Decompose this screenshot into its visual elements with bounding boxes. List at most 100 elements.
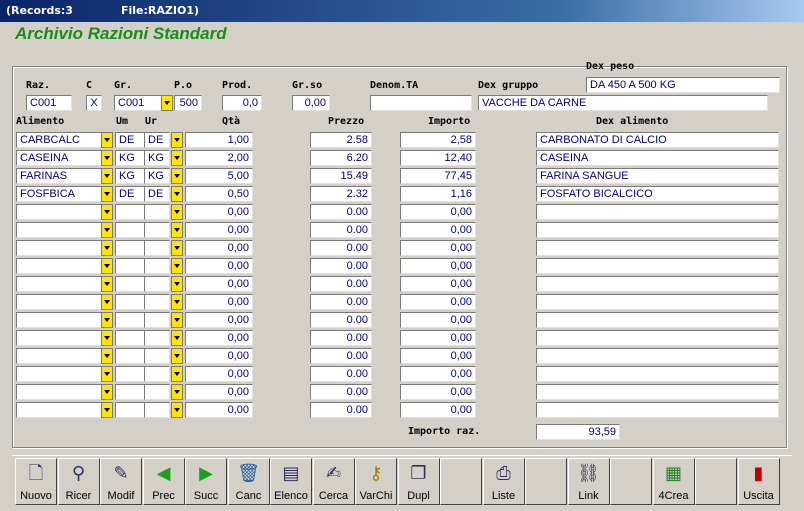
toolbar-button-nuovo[interactable]: 🗋 Nuovo <box>15 458 57 505</box>
dex-alimento-field[interactable] <box>536 312 779 328</box>
importo-field[interactable]: 0,00 <box>400 348 476 364</box>
dex-alimento-field[interactable] <box>536 348 779 364</box>
importo-field[interactable]: 77,45 <box>400 168 476 184</box>
um-field[interactable] <box>115 258 145 274</box>
ur-dropdown-icon[interactable] <box>171 276 183 292</box>
um-field[interactable]: DE <box>115 186 145 202</box>
um-field[interactable]: KG <box>115 150 145 166</box>
dex-gruppo-field[interactable]: VACCHE DA CARNE <box>478 95 768 111</box>
prezzo-field[interactable]: 0.00 <box>310 366 372 382</box>
importo-field[interactable]: 12,40 <box>400 150 476 166</box>
qta-field[interactable]: 5,00 <box>185 168 253 184</box>
prezzo-field[interactable]: 0.00 <box>310 240 372 256</box>
gr-dropdown-icon[interactable] <box>161 95 173 111</box>
alimento-field[interactable] <box>16 312 102 328</box>
ur-field[interactable] <box>144 294 170 310</box>
um-field[interactable] <box>115 240 145 256</box>
alimento-field[interactable] <box>16 330 102 346</box>
dex-alimento-field[interactable] <box>536 366 779 382</box>
prezzo-field[interactable]: 0.00 <box>310 312 372 328</box>
toolbar-button-elenco[interactable]: ▤ Elenco <box>270 458 312 505</box>
po-field[interactable]: 500 <box>174 95 202 111</box>
alimento-dropdown-icon[interactable] <box>101 348 113 364</box>
dex-alimento-field[interactable]: CARBONATO DI CALCIO <box>536 132 779 148</box>
prezzo-field[interactable]: 0.00 <box>310 258 372 274</box>
alimento-field[interactable] <box>16 240 102 256</box>
toolbar-button-prec[interactable]: ◀ Prec <box>142 458 185 505</box>
importo-field[interactable]: 0,00 <box>400 384 476 400</box>
alimento-dropdown-icon[interactable] <box>101 294 113 310</box>
toolbar-button-canc[interactable]: 🗑 Canc <box>227 458 270 505</box>
ur-field[interactable] <box>144 276 170 292</box>
importo-raz-field[interactable]: 93,59 <box>536 424 620 440</box>
alimento-dropdown-icon[interactable] <box>101 240 113 256</box>
qta-field[interactable]: 0,00 <box>185 276 253 292</box>
gr-field[interactable]: C001 <box>114 95 162 111</box>
ur-field[interactable] <box>144 366 170 382</box>
ur-dropdown-icon[interactable] <box>171 294 183 310</box>
raz-field[interactable]: C001 <box>26 95 72 111</box>
qta-field[interactable]: 0,00 <box>185 204 253 220</box>
um-field[interactable] <box>115 204 145 220</box>
qta-field[interactable]: 2,00 <box>185 150 253 166</box>
alimento-dropdown-icon[interactable] <box>101 258 113 274</box>
ur-field[interactable]: DE <box>144 186 170 202</box>
prezzo-field[interactable]: 15.49 <box>310 168 372 184</box>
um-field[interactable] <box>115 276 145 292</box>
importo-field[interactable]: 0,00 <box>400 222 476 238</box>
prezzo-field[interactable]: 0.00 <box>310 294 372 310</box>
importo-field[interactable]: 0,00 <box>400 276 476 292</box>
c-checkbox[interactable]: X <box>86 95 102 111</box>
prod-field[interactable]: 0,0 <box>222 95 262 111</box>
alimento-dropdown-icon[interactable] <box>101 132 113 148</box>
toolbar-button-4crea[interactable]: ▦ 4Crea <box>652 458 695 505</box>
prezzo-field[interactable]: 0.00 <box>310 330 372 346</box>
um-field[interactable] <box>115 348 145 364</box>
prezzo-field[interactable]: 0.00 <box>310 276 372 292</box>
um-field[interactable] <box>115 312 145 328</box>
importo-field[interactable]: 2,58 <box>400 132 476 148</box>
prezzo-field[interactable]: 0.00 <box>310 204 372 220</box>
alimento-dropdown-icon[interactable] <box>101 222 113 238</box>
ur-dropdown-icon[interactable] <box>171 240 183 256</box>
dex-alimento-field[interactable]: FARINA SANGUE <box>536 168 779 184</box>
toolbar-button-ricer[interactable]: ⚲ Ricer <box>57 458 100 505</box>
alimento-dropdown-icon[interactable] <box>101 168 113 184</box>
qta-field[interactable]: 0,00 <box>185 312 253 328</box>
prezzo-field[interactable]: 0.00 <box>310 402 372 418</box>
dex-alimento-field[interactable]: FOSFATO BICALCICO <box>536 186 779 202</box>
toolbar-button-cerca[interactable]: ✍ Cerca <box>312 458 355 505</box>
ur-field[interactable] <box>144 222 170 238</box>
importo-field[interactable]: 0,00 <box>400 366 476 382</box>
um-field[interactable] <box>115 384 145 400</box>
alimento-field[interactable] <box>16 384 102 400</box>
ur-dropdown-icon[interactable] <box>171 312 183 328</box>
alimento-dropdown-icon[interactable] <box>101 312 113 328</box>
alimento-dropdown-icon[interactable] <box>101 402 113 418</box>
denom-ta-field[interactable] <box>370 95 472 111</box>
dex-alimento-field[interactable] <box>536 330 779 346</box>
toolbar-button-uscita[interactable]: ▮ Uscita <box>737 458 780 505</box>
prezzo-field[interactable]: 2.58 <box>310 132 372 148</box>
alimento-field[interactable] <box>16 204 102 220</box>
qta-field[interactable]: 0,00 <box>185 402 253 418</box>
alimento-field[interactable] <box>16 276 102 292</box>
importo-field[interactable]: 0,00 <box>400 258 476 274</box>
alimento-dropdown-icon[interactable] <box>101 204 113 220</box>
toolbar-button-modif[interactable]: ✎ Modif <box>100 458 142 505</box>
dex-alimento-field[interactable] <box>536 384 779 400</box>
qta-field[interactable]: 0,00 <box>185 366 253 382</box>
alimento-dropdown-icon[interactable] <box>101 384 113 400</box>
qta-field[interactable]: 0,50 <box>185 186 253 202</box>
alimento-dropdown-icon[interactable] <box>101 330 113 346</box>
ur-dropdown-icon[interactable] <box>171 366 183 382</box>
dex-alimento-field[interactable] <box>536 294 779 310</box>
toolbar-button-varchi[interactable]: ⚷ VarChi <box>355 458 397 505</box>
um-field[interactable] <box>115 294 145 310</box>
ur-field[interactable] <box>144 312 170 328</box>
prezzo-field[interactable]: 0.00 <box>310 384 372 400</box>
importo-field[interactable]: 0,00 <box>400 402 476 418</box>
um-field[interactable] <box>115 330 145 346</box>
ur-dropdown-icon[interactable] <box>171 204 183 220</box>
importo-field[interactable]: 0,00 <box>400 240 476 256</box>
